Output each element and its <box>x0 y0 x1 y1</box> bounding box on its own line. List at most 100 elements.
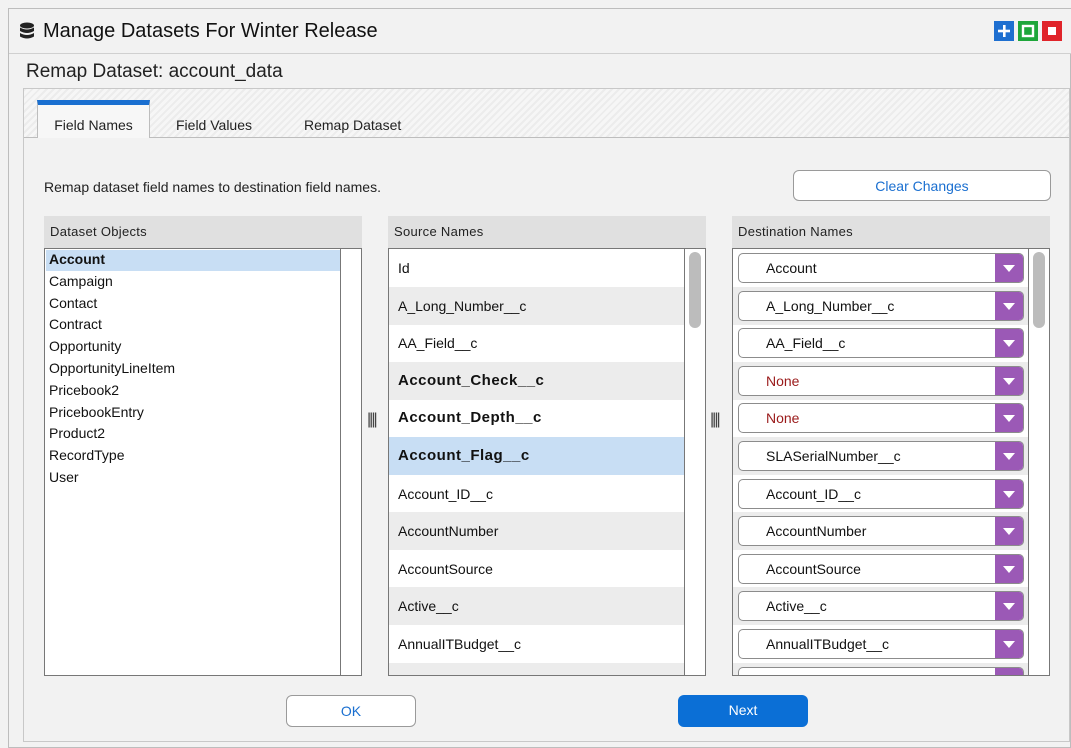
maximize-button[interactable] <box>994 21 1014 41</box>
destination-select-value: AnnualITBudget__c <box>766 636 889 652</box>
destination-select[interactable]: AnnualITBudget__c <box>738 629 1024 659</box>
destination-row: A_Long_Number__c <box>733 286 1029 325</box>
plus-icon <box>998 25 1010 37</box>
drag-handle-icon[interactable]: |||| <box>710 411 721 429</box>
dataset-objects-header: Dataset Objects <box>44 216 362 248</box>
restore-button[interactable] <box>1018 21 1038 41</box>
close-icon <box>1048 27 1056 35</box>
instructions-text: Remap dataset field names to destination… <box>44 179 381 195</box>
source-scroll-thumb[interactable] <box>689 252 701 328</box>
destination-row: Active__c <box>733 587 1029 626</box>
tab-field-names[interactable]: Field Names <box>37 100 150 138</box>
destination-select-value: Account <box>766 260 817 276</box>
destination-select[interactable] <box>738 666 1024 675</box>
destination-select[interactable]: Account <box>738 253 1024 283</box>
destination-select[interactable]: None <box>738 365 1024 396</box>
destination-row: AnnualITBudget__c <box>733 625 1029 663</box>
ok-button[interactable]: OK <box>286 695 416 727</box>
destination-select[interactable]: Active__c <box>738 591 1024 622</box>
source-name-row[interactable]: AA_Field__c <box>389 324 685 362</box>
close-button[interactable] <box>1042 21 1062 41</box>
dataset-object-item[interactable]: OpportunityLineItem <box>46 359 340 380</box>
title-bar: Manage Datasets For Winter Release <box>9 9 1071 54</box>
tab-field-values[interactable]: Field Values <box>176 116 252 141</box>
source-name-row[interactable]: AnnualITBudget__c <box>389 625 685 663</box>
chevron-down-icon[interactable] <box>995 404 1023 433</box>
dataset-object-item[interactable]: Contract <box>46 315 340 336</box>
chevron-down-icon[interactable] <box>995 667 1023 675</box>
destination-scrollbar[interactable] <box>1028 249 1049 675</box>
destination-row: None <box>733 399 1029 437</box>
dataset-object-item[interactable]: User <box>46 468 340 489</box>
chevron-down-icon[interactable] <box>995 630 1023 658</box>
source-scrollbar[interactable] <box>684 249 705 675</box>
source-name-row[interactable]: Id <box>389 249 685 287</box>
remap-panel: Field Names Field Values Remap Dataset R… <box>23 88 1070 742</box>
destination-row: AA_Field__c <box>733 324 1029 362</box>
source-name-row[interactable] <box>389 662 685 675</box>
destination-select-value: None <box>766 372 800 389</box>
chevron-down-icon[interactable] <box>995 554 1023 583</box>
destination-select-value: SLASerialNumber__c <box>766 448 901 464</box>
destination-select-value: Active__c <box>766 598 827 615</box>
dataset-object-item[interactable]: Contact <box>46 294 340 315</box>
database-icon <box>20 22 34 39</box>
source-names-list[interactable]: Id A_Long_Number__c AA_Field__c Account_Che… <box>388 248 706 676</box>
destination-row: AccountNumber <box>733 512 1029 551</box>
chevron-down-icon[interactable] <box>995 442 1023 470</box>
chevron-down-icon[interactable] <box>995 366 1023 395</box>
chevron-down-icon[interactable] <box>995 517 1023 546</box>
dataset-object-item[interactable]: Account <box>46 250 340 271</box>
source-name-row[interactable]: AccountNumber <box>389 512 685 551</box>
source-name-row[interactable]: Account_Check__c <box>389 361 685 400</box>
source-name-row[interactable]: Active__c <box>389 587 685 626</box>
destination-scroll-thumb[interactable] <box>1033 252 1045 328</box>
destination-row <box>733 662 1029 675</box>
tab-remap-dataset[interactable]: Remap Dataset <box>304 116 401 141</box>
destination-names-list[interactable]: Account A_Long_Number__c AA_Field__c None No… <box>732 248 1050 676</box>
source-name-row[interactable]: AccountSource <box>389 550 685 588</box>
drag-handle-icon[interactable]: |||| <box>367 411 378 429</box>
tab-bar: Field Names Field Values Remap Dataset <box>24 89 1069 138</box>
source-name-row[interactable]: A_Long_Number__c <box>389 286 685 325</box>
destination-row: Account <box>733 249 1029 287</box>
dialog-window: Manage Datasets For Winter Release Remap… <box>8 8 1071 748</box>
next-button[interactable]: Next <box>678 695 808 727</box>
source-name-row[interactable]: Account_Flag__c <box>389 437 685 475</box>
destination-select[interactable]: AccountSource <box>738 553 1024 584</box>
clear-changes-button[interactable]: Clear Changes <box>793 170 1051 201</box>
destination-row: AccountSource <box>733 550 1029 588</box>
dataset-object-item[interactable]: Campaign <box>46 272 340 293</box>
chevron-down-icon[interactable] <box>995 254 1023 282</box>
window-title: Manage Datasets For Winter Release <box>43 20 378 42</box>
dataset-object-item[interactable]: Opportunity <box>46 337 340 358</box>
chevron-down-icon[interactable] <box>995 479 1023 508</box>
dataset-object-item[interactable]: Pricebook2 <box>46 381 340 402</box>
destination-select[interactable]: SLASerialNumber__c <box>738 441 1024 471</box>
dataset-object-item[interactable]: RecordType <box>46 446 340 467</box>
destination-select[interactable]: AA_Field__c <box>738 328 1024 359</box>
dataset-object-item[interactable]: PricebookEntry <box>46 403 340 424</box>
destination-select[interactable]: AccountNumber <box>738 516 1024 547</box>
objects-scrollbar[interactable] <box>340 249 361 675</box>
dataset-object-item[interactable]: Product2 <box>46 424 340 445</box>
destination-row: None <box>733 361 1029 400</box>
dataset-objects-list[interactable]: Account Campaign Contact Contract Opportunit… <box>44 248 362 676</box>
destination-select[interactable]: Account_ID__c <box>738 478 1024 509</box>
destination-select-value: AA_Field__c <box>766 335 846 352</box>
square-icon <box>1021 24 1035 38</box>
destination-names-header: Destination Names <box>732 216 1050 248</box>
source-names-header: Source Names <box>388 216 706 248</box>
destination-select[interactable]: None <box>738 403 1024 434</box>
source-name-row[interactable]: Account_ID__c <box>389 475 685 513</box>
chevron-down-icon[interactable] <box>995 592 1023 621</box>
destination-select-value: AccountSource <box>766 560 861 577</box>
chevron-down-icon[interactable] <box>995 329 1023 358</box>
destination-select[interactable]: A_Long_Number__c <box>738 290 1024 321</box>
chevron-down-icon[interactable] <box>995 291 1023 320</box>
remap-dataset-title: Remap Dataset: account_data <box>26 61 283 82</box>
destination-select-value: AccountNumber <box>766 523 867 540</box>
source-name-row[interactable]: Account_Depth__c <box>389 399 685 437</box>
destination-select-value: None <box>766 410 800 427</box>
destination-row: SLASerialNumber__c <box>733 437 1029 475</box>
